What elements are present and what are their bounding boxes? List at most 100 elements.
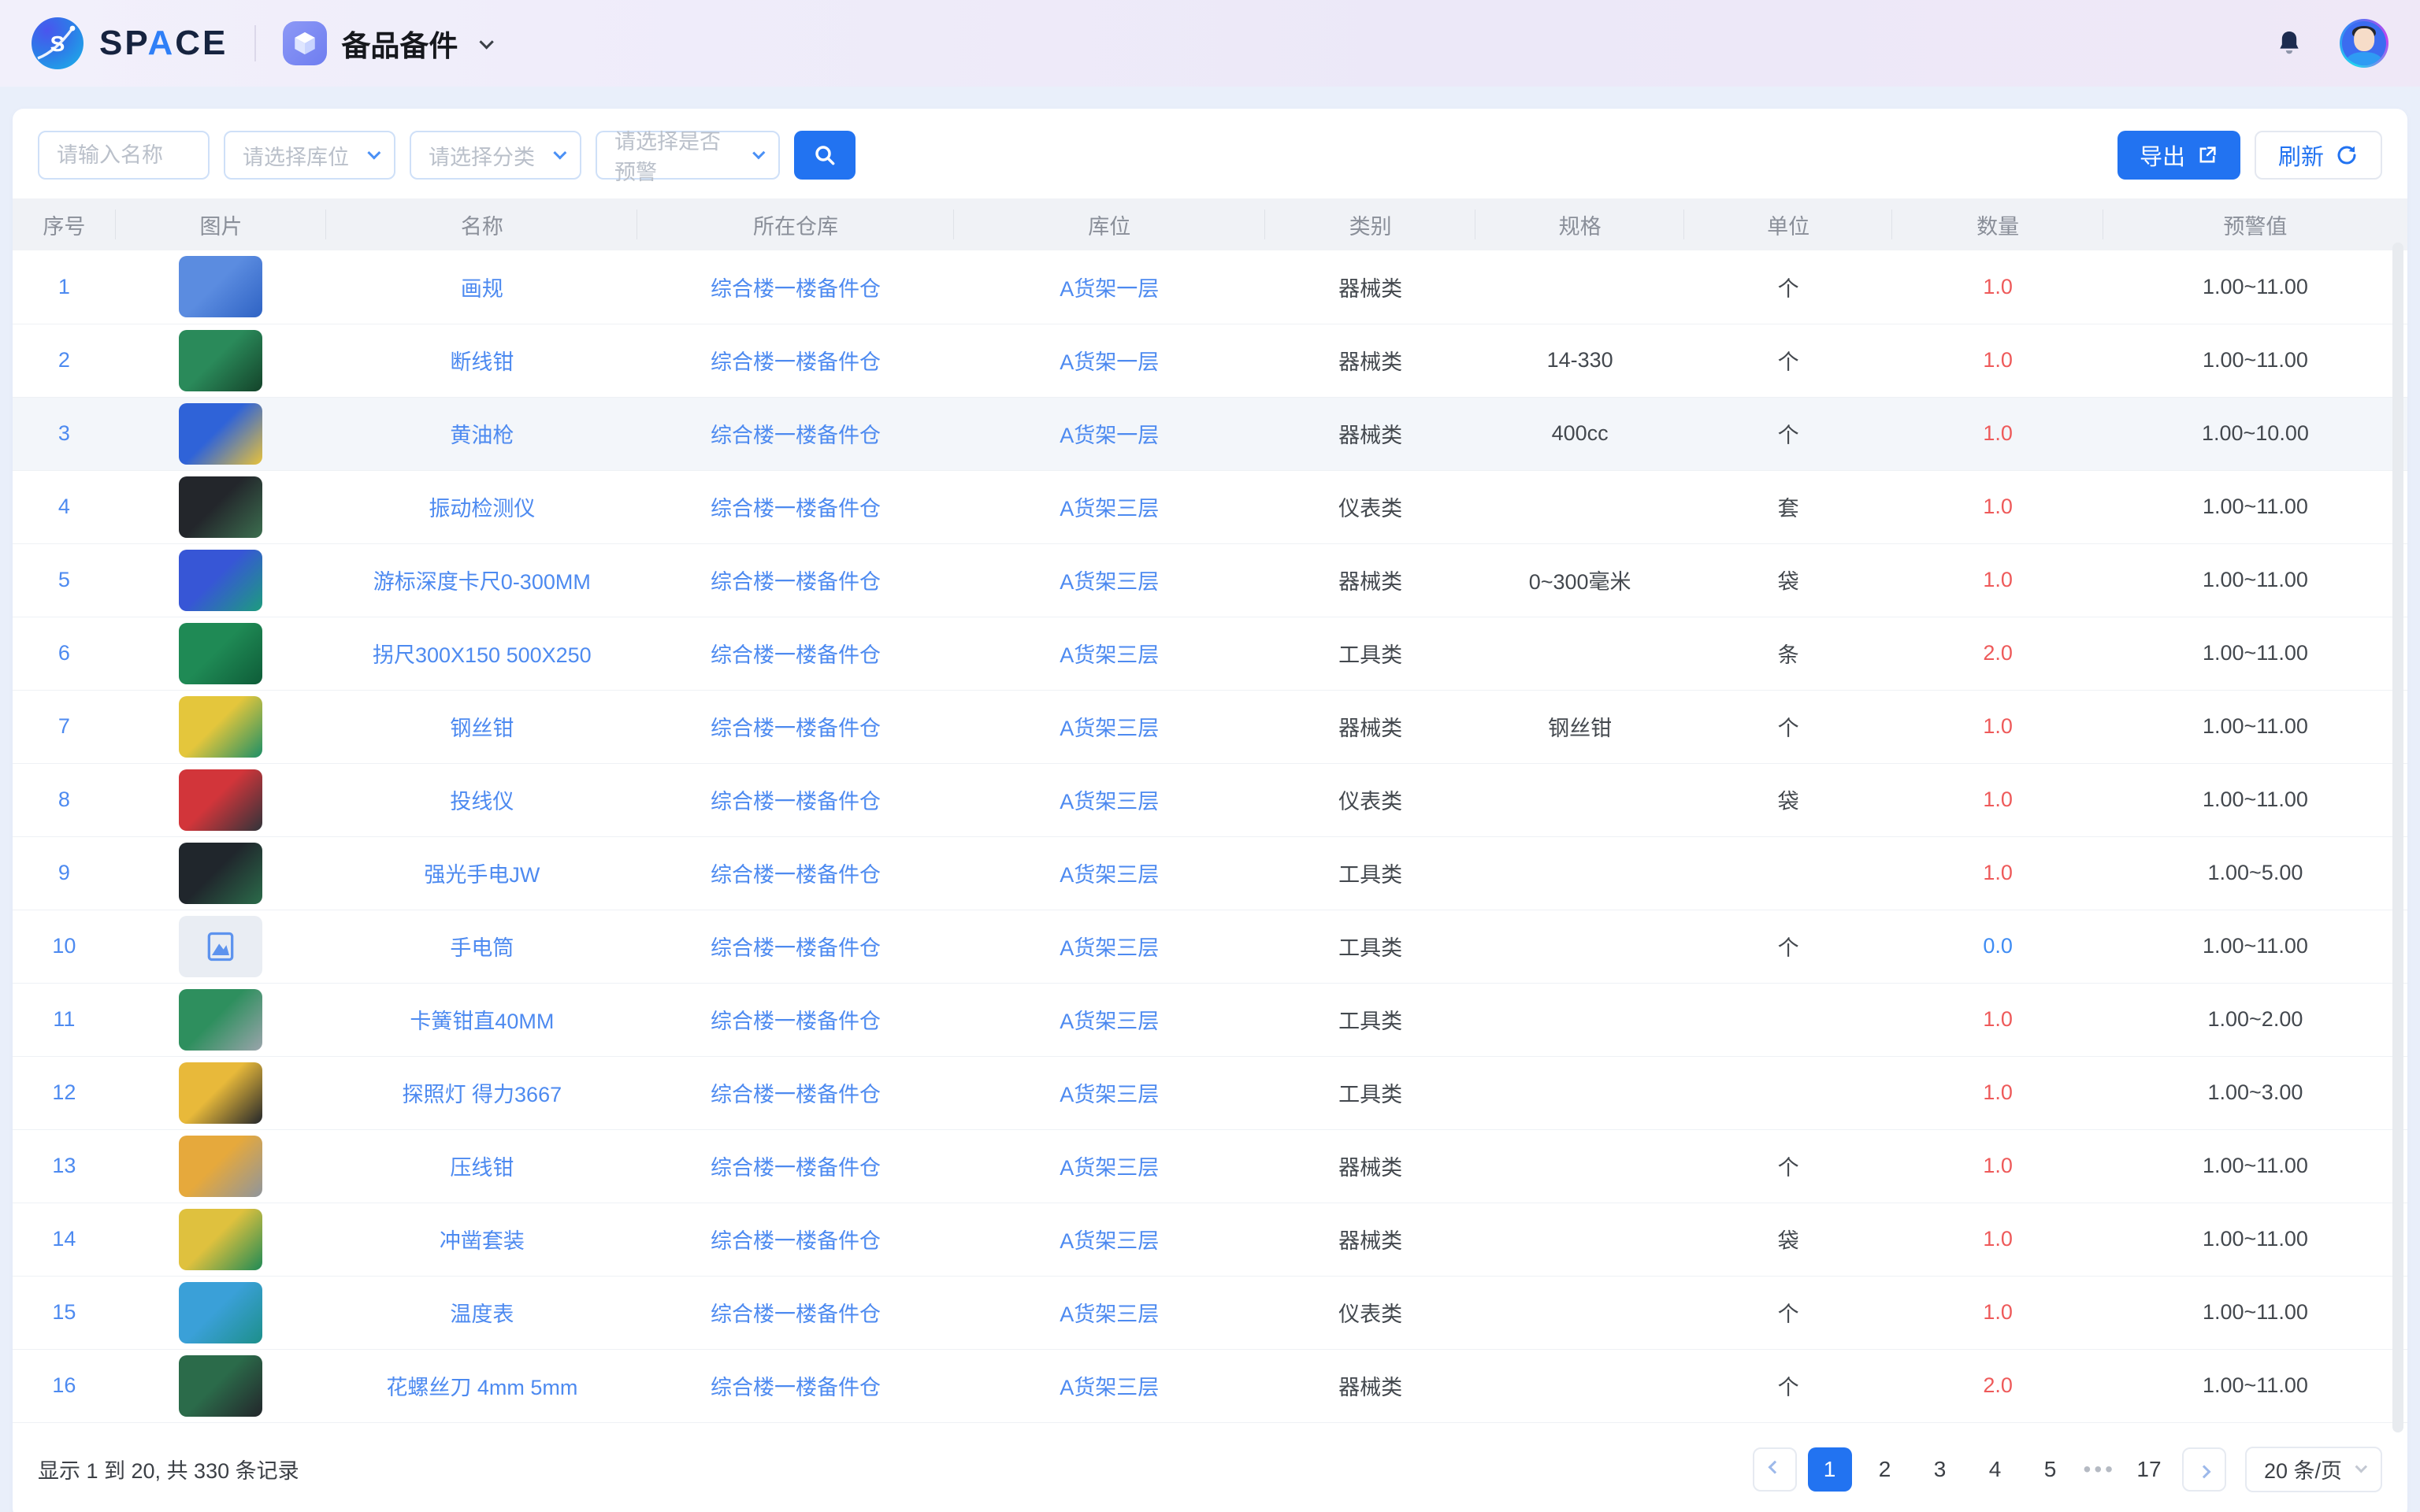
row-index-link[interactable]: 5	[13, 543, 116, 617]
row-index-link[interactable]: 13	[13, 1129, 116, 1203]
row-index-link[interactable]: 12	[13, 1056, 116, 1129]
item-thumbnail[interactable]	[116, 1056, 327, 1129]
row-index-link[interactable]: 9	[13, 836, 116, 910]
row-index-link[interactable]: 10	[13, 910, 116, 983]
location-link[interactable]: A货架三层	[954, 690, 1265, 763]
warning-select[interactable]: 请选择是否预警	[596, 131, 780, 180]
name-search-input[interactable]	[38, 131, 210, 180]
row-index-link[interactable]: 8	[13, 763, 116, 836]
item-thumbnail[interactable]	[116, 983, 327, 1056]
warehouse-link[interactable]: 综合楼一楼备件仓	[637, 836, 953, 910]
item-photo[interactable]	[179, 1282, 262, 1343]
item-photo[interactable]	[179, 403, 262, 465]
item-name-link[interactable]: 拐尺300X150 500X250	[326, 617, 637, 690]
location-link[interactable]: A货架三层	[954, 763, 1265, 836]
item-photo[interactable]	[179, 1209, 262, 1270]
item-thumbnail[interactable]	[116, 1129, 327, 1203]
location-link[interactable]: A货架三层	[954, 1056, 1265, 1129]
item-thumbnail[interactable]	[116, 250, 327, 324]
warehouse-link[interactable]: 综合楼一楼备件仓	[637, 1129, 953, 1203]
table-row[interactable]: 5游标深度卡尺0-300MM综合楼一楼备件仓A货架三层器械类0~300毫米袋1.…	[13, 543, 2407, 617]
vertical-scrollbar[interactable]	[2392, 243, 2403, 1432]
item-thumbnail[interactable]	[116, 1203, 327, 1276]
table-row[interactable]: 3黄油枪综合楼一楼备件仓A货架一层器械类400cc个1.01.00~10.00	[13, 397, 2407, 470]
page-button-4[interactable]: 4	[1973, 1447, 2017, 1492]
next-page-button[interactable]	[2182, 1447, 2226, 1492]
row-index-link[interactable]: 11	[13, 983, 116, 1056]
warehouse-link[interactable]: 综合楼一楼备件仓	[637, 910, 953, 983]
row-index-link[interactable]: 7	[13, 690, 116, 763]
export-button[interactable]: 导出	[2118, 131, 2240, 180]
page-button-3[interactable]: 3	[1918, 1447, 1962, 1492]
table-row[interactable]: 9强光手电JW综合楼一楼备件仓A货架三层工具类1.01.00~5.00	[13, 836, 2407, 910]
warehouse-link[interactable]: 综合楼一楼备件仓	[637, 1276, 953, 1349]
item-photo[interactable]	[179, 1062, 262, 1124]
item-photo[interactable]	[179, 843, 262, 904]
app-switcher[interactable]: 备品备件	[283, 21, 490, 65]
item-photo[interactable]	[179, 696, 262, 758]
item-name-link[interactable]: 强光手电JW	[326, 836, 637, 910]
item-thumbnail[interactable]	[116, 543, 327, 617]
location-link[interactable]: A货架三层	[954, 983, 1265, 1056]
table-row[interactable]: 2断线钳综合楼一楼备件仓A货架一层器械类14-330个1.01.00~11.00	[13, 324, 2407, 397]
page-button-1[interactable]: 1	[1808, 1447, 1852, 1492]
warehouse-link[interactable]: 综合楼一楼备件仓	[637, 617, 953, 690]
location-link[interactable]: A货架一层	[954, 250, 1265, 324]
row-index-link[interactable]: 3	[13, 397, 116, 470]
warehouse-link[interactable]: 综合楼一楼备件仓	[637, 1349, 953, 1422]
item-name-link[interactable]: 画规	[326, 250, 637, 324]
prev-page-button[interactable]	[1753, 1447, 1797, 1492]
warehouse-link[interactable]: 综合楼一楼备件仓	[637, 1203, 953, 1276]
row-index-link[interactable]: 14	[13, 1203, 116, 1276]
location-link[interactable]: A货架三层	[954, 1129, 1265, 1203]
item-thumbnail[interactable]	[116, 763, 327, 836]
warehouse-link[interactable]: 综合楼一楼备件仓	[637, 397, 953, 470]
location-link[interactable]: A货架三层	[954, 1203, 1265, 1276]
item-thumbnail[interactable]	[116, 690, 327, 763]
item-photo[interactable]	[179, 256, 262, 317]
page-size-select[interactable]: 20 条/页	[2245, 1447, 2382, 1492]
location-link[interactable]: A货架三层	[954, 470, 1265, 543]
page-button-17[interactable]: 17	[2127, 1447, 2171, 1492]
item-name-link[interactable]: 卡簧钳直40MM	[326, 983, 637, 1056]
item-name-link[interactable]: 黄油枪	[326, 397, 637, 470]
row-index-link[interactable]: 4	[13, 470, 116, 543]
item-name-link[interactable]: 冲凿套装	[326, 1203, 637, 1276]
table-row[interactable]: 12探照灯 得力3667综合楼一楼备件仓A货架三层工具类1.01.00~3.00	[13, 1056, 2407, 1129]
table-row[interactable]: 6拐尺300X150 500X250综合楼一楼备件仓A货架三层工具类条2.01.…	[13, 617, 2407, 690]
warehouse-link[interactable]: 综合楼一楼备件仓	[637, 983, 953, 1056]
row-index-link[interactable]: 15	[13, 1276, 116, 1349]
location-link[interactable]: A货架三层	[954, 617, 1265, 690]
table-row[interactable]: 16花螺丝刀 4mm 5mm综合楼一楼备件仓A货架三层器械类个2.01.00~1…	[13, 1349, 2407, 1422]
warehouse-link[interactable]: 综合楼一楼备件仓	[637, 250, 953, 324]
item-name-link[interactable]: 钢丝钳	[326, 690, 637, 763]
bell-icon[interactable]	[2273, 28, 2305, 59]
item-name-link[interactable]: 断线钳	[326, 324, 637, 397]
item-photo[interactable]	[179, 1355, 262, 1417]
table-row[interactable]: 8投线仪综合楼一楼备件仓A货架三层仪表类袋1.01.00~11.00	[13, 763, 2407, 836]
user-avatar[interactable]	[2340, 19, 2388, 68]
warehouse-link[interactable]: 综合楼一楼备件仓	[637, 1056, 953, 1129]
refresh-button[interactable]: 刷新	[2255, 131, 2382, 180]
row-index-link[interactable]: 6	[13, 617, 116, 690]
location-link[interactable]: A货架一层	[954, 397, 1265, 470]
item-thumbnail[interactable]	[116, 910, 327, 983]
item-name-link[interactable]: 手电筒	[326, 910, 637, 983]
row-index-link[interactable]: 2	[13, 324, 116, 397]
item-photo[interactable]	[179, 476, 262, 538]
row-index-link[interactable]: 1	[13, 250, 116, 324]
item-name-link[interactable]: 压线钳	[326, 1129, 637, 1203]
category-select[interactable]: 请选择分类	[410, 131, 581, 180]
warehouse-link[interactable]: 综合楼一楼备件仓	[637, 470, 953, 543]
table-row[interactable]: 11卡簧钳直40MM综合楼一楼备件仓A货架三层工具类1.01.00~2.00	[13, 983, 2407, 1056]
item-photo[interactable]	[179, 769, 262, 831]
page-button-2[interactable]: 2	[1863, 1447, 1907, 1492]
more-pages-ellipsis[interactable]: •••	[2084, 1457, 2116, 1482]
item-thumbnail[interactable]	[116, 470, 327, 543]
location-link[interactable]: A货架三层	[954, 543, 1265, 617]
item-photo[interactable]	[179, 550, 262, 611]
item-name-link[interactable]: 游标深度卡尺0-300MM	[326, 543, 637, 617]
item-name-link[interactable]: 投线仪	[326, 763, 637, 836]
search-button[interactable]	[794, 131, 856, 180]
item-name-link[interactable]: 探照灯 得力3667	[326, 1056, 637, 1129]
